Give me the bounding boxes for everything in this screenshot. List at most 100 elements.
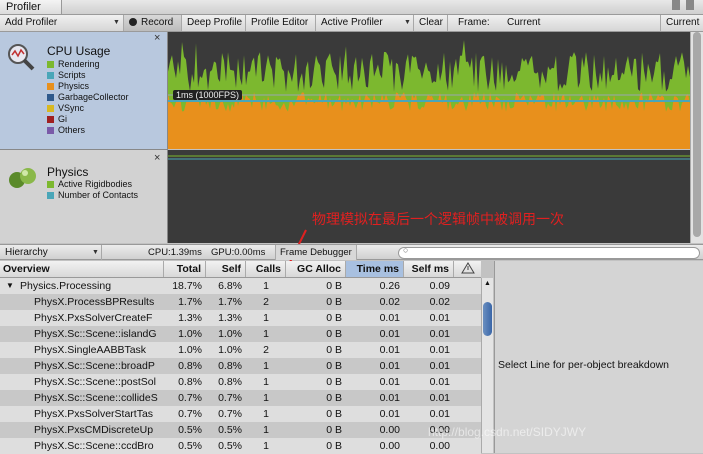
graph-scroll-thumb[interactable] [693,32,701,237]
col-self[interactable]: Self [206,261,246,277]
physics-title: Physics [47,165,89,179]
view-mode-dropdown[interactable]: Hierarchy ▼ [0,245,102,260]
cpu-graph-svg [168,40,690,149]
col-calls[interactable]: Calls [246,261,286,277]
active-profiler-dropdown[interactable]: Active Profiler ▼ [316,15,414,31]
cell-self-ms: 0.01 [429,392,450,404]
table-row[interactable]: PhysX.PxsCMDiscreteUp 0.5% 0.5% 1 0 B 0.00 0.0… [0,422,481,438]
search-input[interactable]: ○ [398,245,700,259]
legend-swatch [47,72,54,79]
cell-total: 1.7% [178,296,202,308]
record-button[interactable]: Record [124,15,182,31]
cell-total: 18.7% [172,280,202,292]
legend-swatch [47,105,54,112]
physics-legend-item: Number of Contacts [47,190,138,201]
close-icon[interactable]: × [154,32,160,44]
cell-time-ms: 0.01 [379,312,400,324]
table-row[interactable]: PhysX.PxsSolverStartTas 0.7% 0.7% 1 0 B 0.01 0… [0,406,481,422]
cell-gc-alloc: 0 B [326,360,342,372]
cell-gc-alloc: 0 B [326,296,342,308]
table-header: Overview Total Self Calls GC Alloc Time … [0,261,481,278]
view-mode-label: Hierarchy [5,247,48,258]
close-icon[interactable]: × [154,152,160,164]
cell-self: 1.7% [218,296,242,308]
cell-time-ms: 0.00 [379,440,400,452]
cell-calls: 1 [263,392,269,404]
cell-self: 6.8% [218,280,242,292]
physics-graph[interactable] [168,150,690,243]
table-row[interactable]: PhysX.PxsSolverCreateF 1.3% 1.3% 1 0 B 0.01 0.… [0,310,481,326]
window-maximize-icon[interactable] [686,0,694,10]
scripts-line [168,100,690,102]
warning-icon[interactable] [454,261,481,277]
add-profiler-label: Add Profiler [5,17,58,28]
table-row[interactable]: PhysX.Sc::Scene::collideS 0.7% 0.7% 1 0 B 0.0… [0,390,481,406]
cell-gc-alloc: 0 B [326,344,342,356]
window-title-bar: Profiler [0,0,703,15]
cell-gc-alloc: 0 B [326,328,342,340]
cpu-usage-panel[interactable]: CPU Usage × Rendering Scripts Physics Garba… [0,32,168,150]
cell-time-ms: 0.02 [379,296,400,308]
cell-calls: 1 [263,408,269,420]
cell-self-ms: 0.01 [429,328,450,340]
col-total[interactable]: Total [164,261,206,277]
profiler-details-toolbar: Hierarchy ▼ CPU:1.39ms GPU:0.00ms Frame … [0,244,703,260]
physics-spheres-icon [8,166,38,190]
profiler-tab[interactable]: Profiler [0,0,62,14]
table-row[interactable]: PhysX.Sc::Scene::broadP 0.8% 0.8% 1 0 B 0.01 0… [0,358,481,374]
legend-label: VSync [58,103,85,113]
table-row[interactable]: PhysX.Sc::Scene::postSol 0.8% 0.8% 1 0 B 0.01… [0,374,481,390]
cell-self-ms: 0.00 [429,440,450,452]
gpu-time: GPU:0.00ms [211,247,266,258]
add-profiler-dropdown[interactable]: Add Profiler ▼ [0,15,124,31]
current-frame-button[interactable]: Current [660,15,703,31]
cell-time-ms: 0.01 [379,328,400,340]
legend-swatch [47,61,54,68]
scroll-up-icon[interactable]: ▲ [482,278,493,290]
cell-self: 0.5% [218,424,242,436]
watermark-text: http://blog.csdn.net/SIDYJWY [428,425,587,439]
table-row[interactable]: Physics.Processing 18.7% 6.8% 1 0 B 0.26 0.09 ▼ [0,278,481,294]
col-overview[interactable]: Overview [0,261,164,277]
record-label: Record [141,17,174,28]
col-gc-alloc[interactable]: GC Alloc [286,261,346,277]
table-row[interactable]: PhysX.SingleAABBTask 1.0% 1.0% 2 0 B 0.01 0.01 [0,342,481,358]
table-scroll-thumb[interactable] [483,302,492,336]
active-profiler-label: Active Profiler [321,17,383,28]
cell-time-ms: 0.01 [379,376,400,388]
table-row[interactable]: PhysX.Sc::Scene::ccdBro 0.5% 0.5% 1 0 B 0.00 0… [0,438,481,454]
graph-scrollbar[interactable] [690,32,703,243]
cell-gc-alloc: 0 B [326,408,342,420]
cell-self: 0.7% [218,408,242,420]
cell-calls: 1 [263,440,269,452]
legend-swatch [47,83,54,90]
cell-total: 0.7% [178,408,202,420]
profile-editor-button[interactable]: Profile Editor [246,15,316,31]
expand-triangle-icon[interactable]: ▼ [6,278,14,294]
cell-total: 1.3% [178,312,202,324]
window-menu-icon[interactable] [672,0,680,10]
legend-label: GarbageCollector [58,92,129,102]
col-self-ms[interactable]: Self ms [404,261,454,277]
cell-self: 1.0% [218,328,242,340]
frame-label: Frame: [458,17,490,28]
cell-total: 0.7% [178,392,202,404]
frame-debugger-button[interactable]: Frame Debugger [275,245,357,260]
table-row[interactable]: PhysX.Sc::Scene::islandG 1.0% 1.0% 1 0 B 0.01… [0,326,481,342]
physics-panel[interactable]: Physics × Active Rigidbodies Number of Co… [0,150,168,243]
cell-name: PhysX.PxsSolverCreateF [34,312,153,324]
legend-label: Rendering [58,59,100,69]
cpu-legend-item: GarbageCollector [47,92,129,103]
cell-calls: 1 [263,376,269,388]
cell-name: PhysX.Sc::Scene::ccdBro [34,440,154,452]
deep-profile-button[interactable]: Deep Profile [182,15,246,31]
col-time-ms[interactable]: Time ms [346,261,404,277]
physics-legend-item: Active Rigidbodies [47,179,132,190]
cell-gc-alloc: 0 B [326,424,342,436]
table-row[interactable]: PhysX.ProcessBPResults 1.7% 1.7% 2 0 B 0.02 0.… [0,294,481,310]
clear-button[interactable]: Clear [414,15,448,31]
cell-gc-alloc: 0 B [326,280,342,292]
cpu-usage-graph[interactable]: 1ms (1000FPS) [168,32,690,149]
legend-swatch [47,181,54,188]
cell-name: PhysX.PxsCMDiscreteUp [34,424,154,436]
